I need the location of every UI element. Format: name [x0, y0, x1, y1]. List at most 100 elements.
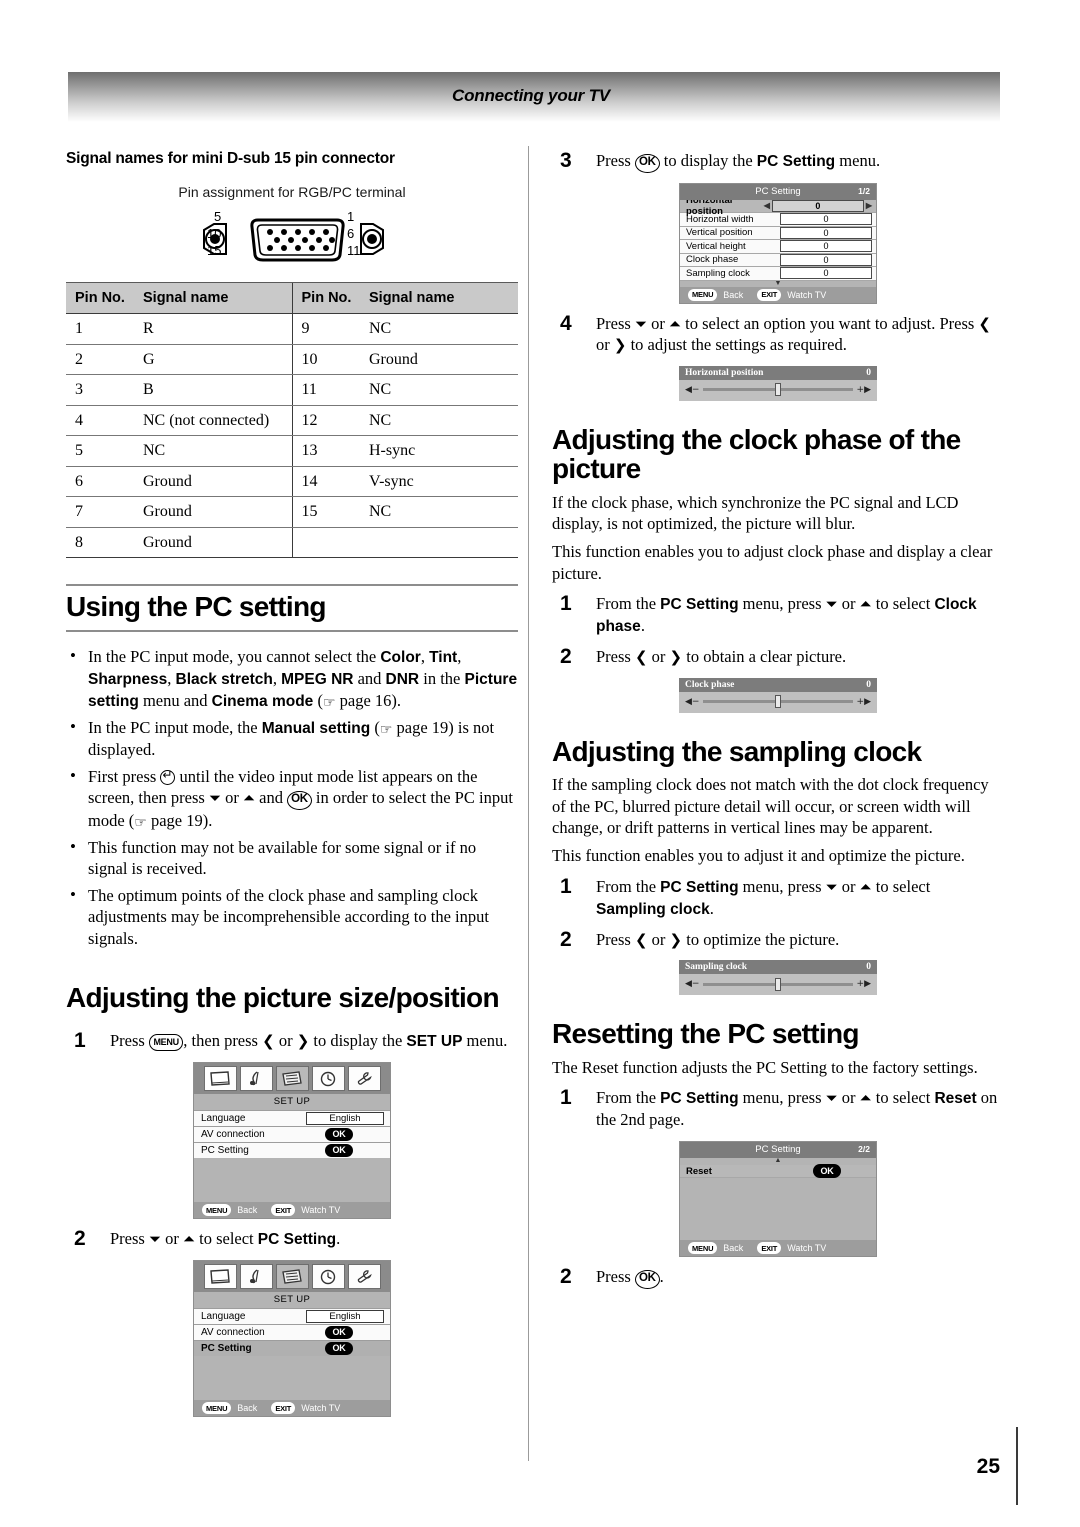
pc-setting-row-value[interactable]: 0 — [780, 240, 872, 253]
pc-setting-page-indicator: 1/2 — [858, 186, 870, 196]
right-column: 3 Press OK to display the PC Setting men… — [552, 149, 1004, 1295]
osd-footer: MENU Back EXIT Watch TV — [194, 1400, 390, 1417]
chevron-down-icon: ⏷ — [825, 594, 838, 613]
horizontal-position-slider[interactable]: Horizontal position 0 ◀− +▶ — [679, 365, 877, 401]
exit-key-badge[interactable]: EXIT — [271, 1204, 296, 1217]
setup-menu-row-pc-setting[interactable]: PC Setting OK — [194, 1142, 390, 1159]
ok-badge[interactable]: OK — [294, 1325, 384, 1341]
slider-thumb[interactable] — [775, 383, 781, 396]
pin-no-cell: 2 — [66, 344, 134, 376]
slider-minus-icon[interactable]: ◀− — [685, 385, 699, 395]
setup-list-icon[interactable] — [275, 1264, 309, 1290]
setup-menu-row-av-connection[interactable]: AV connection OK — [194, 1324, 390, 1341]
setup-menu-row-language[interactable]: Language English — [194, 1110, 390, 1127]
slider-track-area[interactable]: ◀− +▶ — [679, 974, 877, 995]
step-number: 1 — [560, 591, 572, 615]
exit-key-badge[interactable]: EXIT — [757, 288, 782, 301]
timer-clock-icon[interactable] — [311, 1066, 345, 1092]
ok-badge[interactable]: OK — [294, 1127, 384, 1143]
chevron-left-icon[interactable]: ◀ — [764, 201, 770, 210]
menu-key-badge[interactable]: MENU — [688, 1242, 718, 1255]
signal-name-cell: NC — [134, 435, 292, 467]
pc-setting-menu-page2-screenshot: PC Setting 2/2 ▲ Reset OK MENU Back EXIT… — [679, 1140, 877, 1258]
pc-setting-row-horizontal-width[interactable]: Horizontal width 0 — [680, 213, 876, 227]
pc-setting-title: PC Setting — [755, 1144, 801, 1156]
pin-no-cell: 3 — [66, 374, 134, 406]
setup-menu-row-av-connection[interactable]: AV connection OK — [194, 1126, 390, 1143]
slider-value: 0 — [866, 679, 871, 690]
slider-track[interactable] — [703, 977, 853, 991]
sampling-clock-slider[interactable]: Sampling clock 0 ◀− +▶ — [679, 960, 877, 996]
setup-row-value[interactable]: English — [306, 1112, 384, 1126]
slider-track-area[interactable]: ◀− +▶ — [679, 380, 877, 401]
chevron-right-icon[interactable]: ▶ — [866, 201, 872, 210]
clock-phase-step-2: 2 Press ❮ or ❯ to obtain a clear picture… — [552, 645, 1004, 669]
pc-setting-row-value-group: 0 — [780, 240, 872, 253]
slider-thumb[interactable] — [775, 977, 781, 991]
pc-setting-row-value[interactable]: 0 — [780, 267, 872, 280]
pc-setting-row-horizontal-position[interactable]: Horizontal position ◀ 0 ▶ — [680, 195, 876, 217]
signal-name-cell: NC — [360, 313, 518, 345]
ok-badge[interactable]: OK — [294, 1341, 384, 1357]
menu-key-label: Back — [237, 1205, 258, 1216]
pc-setting-row-value[interactable]: 0 — [780, 253, 872, 266]
chevron-right-icon: ❯ — [296, 1031, 310, 1050]
reset-paragraph-1: The Reset function adjusts the PC Settin… — [552, 1058, 978, 1077]
signal-name-cell: NC — [360, 405, 518, 437]
pc-setting-row-vertical-position[interactable]: Vertical position 0 — [680, 226, 876, 240]
exit-key-badge[interactable]: EXIT — [757, 1242, 782, 1255]
pc-setting-row-clock-phase[interactable]: Clock phase 0 — [680, 253, 876, 267]
wrench-icon[interactable] — [347, 1066, 381, 1092]
pc-setting-row-reset[interactable]: Reset OK — [680, 1163, 876, 1179]
setup-list-icon[interactable] — [275, 1066, 309, 1092]
setup-row-value[interactable]: English — [306, 1310, 384, 1324]
slider-plus-icon[interactable]: +▶ — [857, 979, 871, 989]
slider-track[interactable] — [703, 695, 853, 709]
menu-key-badge[interactable]: MENU — [202, 1402, 232, 1415]
chevron-left-icon: ❮ — [262, 1031, 275, 1050]
pc-setting-row-label: Horizontal width — [686, 213, 754, 225]
pc-setting-row-vertical-height[interactable]: Vertical height 0 — [680, 240, 876, 254]
slider-minus-icon[interactable]: ◀− — [685, 979, 699, 989]
step-number: 2 — [560, 645, 572, 669]
pc-setting-row-value[interactable]: 0 — [771, 199, 864, 212]
setup-menu-row-language[interactable]: Language English — [194, 1308, 390, 1325]
col-header-signal-name-2: Signal name — [360, 282, 518, 314]
slider-minus-icon[interactable]: ◀− — [685, 697, 699, 707]
exit-key-badge[interactable]: EXIT — [271, 1402, 296, 1415]
ok-badge[interactable]: OK — [294, 1143, 384, 1159]
exit-key-label: Watch TV — [301, 1205, 341, 1216]
ok-badge[interactable]: OK — [782, 1163, 872, 1179]
slider-track[interactable] — [703, 383, 853, 396]
col-header-signal-name-1: Signal name — [134, 282, 292, 314]
slider-plus-icon[interactable]: +▶ — [857, 385, 871, 395]
signal-name-cell: R — [134, 313, 292, 345]
table-row: 4 NC (not connected) 12 NC — [66, 405, 518, 437]
pc-setting-row-value[interactable]: 0 — [780, 213, 872, 226]
timer-clock-icon[interactable] — [311, 1264, 345, 1290]
sound-icon[interactable] — [239, 1066, 273, 1092]
sound-icon[interactable] — [239, 1264, 273, 1290]
clock-phase-slider[interactable]: Clock phase 0 ◀− +▶ — [679, 677, 877, 713]
picture-icon[interactable] — [203, 1264, 237, 1290]
menu-key-badge[interactable]: MENU — [202, 1204, 232, 1217]
clock-phase-paragraph-2: This function enables you to adjust cloc… — [552, 542, 993, 583]
pin-no-cell: 15 — [291, 496, 360, 528]
slider-track-area[interactable]: ◀− +▶ — [679, 692, 877, 713]
pc-setting-row-value[interactable]: 0 — [780, 226, 872, 239]
slider-plus-icon[interactable]: +▶ — [857, 697, 871, 707]
menu-key-badge[interactable]: MENU — [688, 288, 718, 301]
clock-phase-heading: Adjusting the clock phase of the picture — [552, 423, 961, 485]
step-text: From the PC Setting menu, press ⏷ or ⏶ t… — [596, 876, 931, 918]
exit-key-label: Watch TV — [787, 289, 827, 300]
setup-menu-row-pc-setting[interactable]: PC Setting OK — [194, 1340, 390, 1357]
picture-icon[interactable] — [203, 1066, 237, 1092]
pin-no-cell: 4 — [66, 405, 134, 437]
step-3: 3 Press OK to display the PC Setting men… — [552, 149, 1004, 173]
pc-setting-row-sampling-clock[interactable]: Sampling clock 0 — [680, 267, 876, 281]
wrench-icon[interactable] — [347, 1264, 381, 1290]
step-number: 2 — [560, 1265, 572, 1289]
slider-thumb[interactable] — [775, 695, 781, 709]
col-header-pin-no-1: Pin No. — [66, 282, 134, 314]
screw-post-right — [360, 223, 384, 255]
